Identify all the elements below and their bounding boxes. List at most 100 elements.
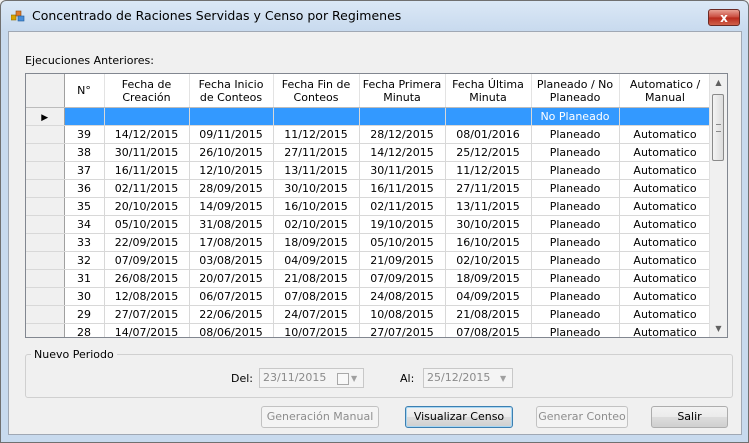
row-header[interactable]	[26, 179, 65, 198]
table-cell[interactable]	[104, 107, 190, 126]
table-cell[interactable]: Automatico	[619, 125, 712, 144]
row-header[interactable]	[26, 215, 65, 234]
row-header[interactable]	[26, 233, 65, 252]
table-row[interactable]: 36 02/11/2015 28/09/2015 30/10/2015 16/11/20…	[26, 179, 712, 198]
column-header-fecha-fin[interactable]: Fecha Fin de Conteos	[273, 74, 360, 108]
table-cell[interactable]: Planeado	[531, 269, 620, 288]
table-cell[interactable]: 14/07/2015	[104, 323, 190, 337]
table-cell[interactable]: Planeado	[531, 161, 620, 180]
table-cell[interactable]: Planeado	[531, 323, 620, 337]
table-row[interactable]: 39 14/12/2015 09/11/2015 11/12/2015 28/12/20…	[26, 125, 712, 144]
table-cell[interactable]	[273, 107, 360, 126]
table-cell[interactable]: 20/07/2015	[189, 269, 274, 288]
table-cell[interactable]: 05/10/2015	[104, 215, 190, 234]
table-cell[interactable]: 31	[64, 269, 105, 288]
table-cell[interactable]: 37	[64, 161, 105, 180]
row-header[interactable]	[26, 161, 65, 180]
table-cell[interactable]: 21/09/2015	[359, 251, 446, 270]
table-cell[interactable]: 24/08/2015	[359, 287, 446, 306]
table-cell[interactable]: Planeado	[531, 215, 620, 234]
generar-conteo-button[interactable]: Generar Conteo	[536, 406, 628, 428]
table-cell[interactable]: 05/10/2015	[359, 233, 446, 252]
row-header[interactable]: ▶	[26, 107, 65, 126]
table-cell[interactable]: 32	[64, 251, 105, 270]
table-cell[interactable]: 12/10/2015	[189, 161, 274, 180]
visualizar-censo-button[interactable]: Visualizar Censo	[405, 406, 513, 428]
column-header-ultima-minuta[interactable]: Fecha Última Minuta	[445, 74, 532, 108]
table-cell[interactable]: Automatico	[619, 305, 712, 324]
table-cell[interactable]: 06/07/2015	[189, 287, 274, 306]
table-cell[interactable]: 10/07/2015	[273, 323, 360, 337]
table-cell[interactable]: Planeado	[531, 197, 620, 216]
table-cell[interactable]: 13/11/2015	[445, 197, 532, 216]
table-cell[interactable]: Automatico	[619, 323, 712, 337]
table-cell[interactable]	[189, 107, 274, 126]
table-cell[interactable]: 24/07/2015	[273, 305, 360, 324]
row-header[interactable]	[26, 125, 65, 144]
table-cell[interactable]: Planeado	[531, 305, 620, 324]
table-cell[interactable]: Planeado	[531, 251, 620, 270]
table-cell[interactable]: 26/08/2015	[104, 269, 190, 288]
executions-grid[interactable]: N° Fecha de Creación Fecha Inicio de Con…	[25, 73, 728, 338]
table-cell[interactable]: 29	[64, 305, 105, 324]
close-button[interactable]: x	[708, 9, 740, 26]
table-cell[interactable]: Automatico	[619, 161, 712, 180]
table-cell[interactable]: 09/11/2015	[189, 125, 274, 144]
table-cell[interactable]: 07/08/2015	[273, 287, 360, 306]
table-cell[interactable]	[619, 107, 712, 126]
table-cell[interactable]: 18/09/2015	[273, 233, 360, 252]
al-date-picker[interactable]: 25/12/2015 ▼	[423, 368, 513, 388]
table-cell[interactable]: 27/07/2015	[359, 323, 446, 337]
table-row[interactable]: 30 12/08/2015 06/07/2015 07/08/2015 24/08/20…	[26, 287, 712, 306]
row-header[interactable]	[26, 287, 65, 306]
table-row[interactable]: 38 30/11/2015 26/10/2015 27/11/2015 14/12/20…	[26, 143, 712, 162]
table-row[interactable]: 28 14/07/2015 08/06/2015 10/07/2015 27/07/20…	[26, 323, 712, 337]
table-cell[interactable]: 38	[64, 143, 105, 162]
table-cell[interactable]: 28	[64, 323, 105, 337]
row-header[interactable]	[26, 197, 65, 216]
table-cell[interactable]: 31/08/2015	[189, 215, 274, 234]
row-header[interactable]	[26, 323, 65, 337]
table-cell[interactable]: 21/08/2015	[445, 305, 532, 324]
table-cell[interactable]: Planeado	[531, 179, 620, 198]
table-cell[interactable]: 08/01/2016	[445, 125, 532, 144]
table-cell[interactable]: 33	[64, 233, 105, 252]
table-cell[interactable]: 28/12/2015	[359, 125, 446, 144]
table-cell[interactable]: Automatico	[619, 215, 712, 234]
table-cell[interactable]: 20/10/2015	[104, 197, 190, 216]
table-row[interactable]: 31 26/08/2015 20/07/2015 21/08/2015 07/09/20…	[26, 269, 712, 288]
generacion-manual-button[interactable]: Generación Manual	[261, 406, 379, 428]
table-cell[interactable]: 35	[64, 197, 105, 216]
table-cell[interactable]: 12/08/2015	[104, 287, 190, 306]
table-cell[interactable]: 28/09/2015	[189, 179, 274, 198]
row-header[interactable]	[26, 269, 65, 288]
table-cell[interactable]: Automatico	[619, 233, 712, 252]
table-cell[interactable]: 11/12/2015	[445, 161, 532, 180]
table-cell[interactable]: Automatico	[619, 269, 712, 288]
table-cell[interactable]: 07/09/2015	[359, 269, 446, 288]
table-row[interactable]: 34 05/10/2015 31/08/2015 02/10/2015 19/10/20…	[26, 215, 712, 234]
table-cell[interactable]: 07/09/2015	[104, 251, 190, 270]
table-cell[interactable]: 36	[64, 179, 105, 198]
table-cell[interactable]: 26/10/2015	[189, 143, 274, 162]
salir-button[interactable]: Salir	[651, 406, 728, 428]
table-row[interactable]: 37 16/11/2015 12/10/2015 13/11/2015 30/11/20…	[26, 161, 712, 180]
table-cell[interactable]: Automatico	[619, 143, 712, 162]
column-header-fecha-creacion[interactable]: Fecha de Creación	[104, 74, 190, 108]
table-cell[interactable]: 19/10/2015	[359, 215, 446, 234]
scroll-down-icon[interactable]: ▼	[710, 320, 727, 337]
table-cell[interactable]: 22/09/2015	[104, 233, 190, 252]
table-cell[interactable]: 30/11/2015	[359, 161, 446, 180]
table-cell[interactable]: Automatico	[619, 287, 712, 306]
table-cell[interactable]: 14/12/2015	[104, 125, 190, 144]
title-bar[interactable]: Concentrado de Raciones Servidas y Censo…	[1, 1, 748, 31]
table-cell[interactable]: Planeado	[531, 143, 620, 162]
scroll-thumb[interactable]	[712, 94, 724, 161]
table-cell[interactable]: 39	[64, 125, 105, 144]
column-header-automatico[interactable]: Automatico / Manual	[619, 74, 712, 108]
table-cell[interactable]: 30	[64, 287, 105, 306]
table-cell[interactable]: 25/12/2015	[445, 143, 532, 162]
table-cell[interactable]: Automatico	[619, 197, 712, 216]
table-cell[interactable]: 17/08/2015	[189, 233, 274, 252]
table-cell[interactable]: 02/11/2015	[359, 197, 446, 216]
